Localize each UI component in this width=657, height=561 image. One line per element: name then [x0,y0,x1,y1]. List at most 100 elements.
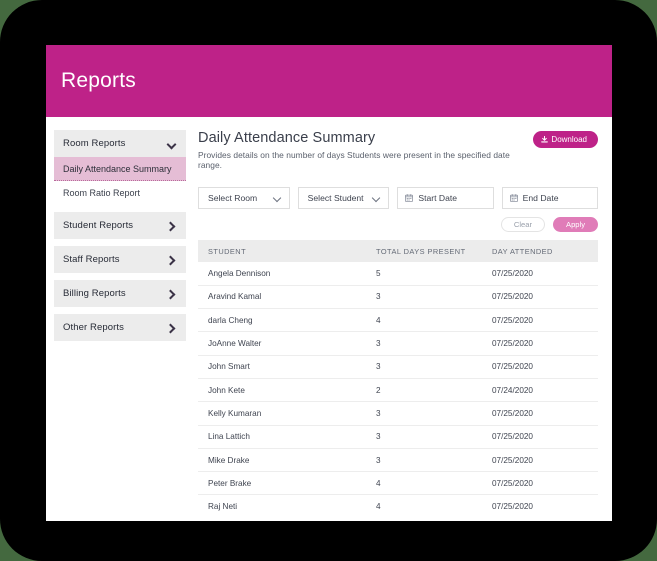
sidebar-group-staff-reports: Staff Reports [54,246,186,273]
student-name-cell: Kelly Kumaran [198,401,366,426]
day-attended-cell: 07/24/2020 [482,378,598,403]
chevron-down-icon [273,194,282,203]
total-days-present-cell: 3 [366,355,482,379]
table-row[interactable]: Kelly Kumaran 3 07/25/2020 [198,401,598,426]
app-body: Room Reports Daily Attendance Summary Ro… [46,117,612,521]
student-name-cell: Raj Neti [208,502,238,512]
total-days-present-cell: 4 [376,502,381,512]
main-content: Daily Attendance Summary Provides detail… [198,130,602,518]
start-date-input[interactable]: Start Date [397,187,494,209]
day-attended-cell: 07/25/2020 [482,471,598,496]
day-attended-cell: 07/25/2020 [482,425,598,449]
table-row[interactable]: Lina Lattich 3 07/25/2020 [198,425,598,449]
student-name-cell: Lina Lattich [198,425,366,449]
filter-row: Select Room Select Student Start Date En… [198,187,598,209]
total-days-present-cell: 3 [366,285,482,310]
sidebar-group-header-room-reports[interactable]: Room Reports [54,130,186,157]
chevron-right-icon [167,255,177,265]
day-attended-cell: 07/25/2020 [492,502,533,512]
download-button-label: Download [551,135,587,144]
sidebar-group-student-reports: Student Reports [54,212,186,239]
report-title: Daily Attendance Summary [198,130,376,146]
chevron-right-icon [167,221,177,231]
column-header-day-attended: DAY ATTENDED [482,240,598,262]
total-days-present-cell: 4 [366,471,482,496]
total-days-present-cell: 3 [366,425,482,449]
filter-action-row: Clear Apply [198,217,598,232]
sidebar-group-billing-reports: Billing Reports [54,280,186,307]
table-row[interactable]: John Smart 3 07/25/2020 [198,355,598,379]
student-name-cell: John Smart [198,355,366,379]
sidebar-item-daily-attendance-summary[interactable]: Daily Attendance Summary [54,157,186,181]
select-room-value: Select Room [208,193,258,203]
column-header-student: STUDENT [198,240,366,262]
total-days-present-cell: 5 [366,262,482,286]
day-attended-cell: 07/25/2020 [482,355,598,379]
sidebar-group-header-billing-reports[interactable]: Billing Reports [54,280,186,307]
total-days-present-cell: 2 [366,378,482,403]
sidebar-group-room-reports: Room Reports Daily Attendance Summary Ro… [54,130,186,205]
report-heading-block: Daily Attendance Summary Provides detail… [198,130,533,170]
download-button[interactable]: Download [533,131,598,148]
sidebar-group-header-staff-reports[interactable]: Staff Reports [54,246,186,273]
table-row[interactable]: JoAnne Walter 3 07/25/2020 [198,331,598,356]
student-name-cell: John Kete [198,378,366,403]
start-date-value: Start Date [418,193,458,203]
page-header: Reports [46,45,612,117]
report-subtitle: Provides details on the number of days S… [198,150,510,170]
student-name-cell: JoAnne Walter [198,331,366,356]
sidebar-group-header-other-reports[interactable]: Other Reports [54,314,186,341]
chevron-down-icon [167,139,177,149]
application-window: Reports Room Reports Daily Attendance Su… [46,45,612,521]
select-student-dropdown[interactable]: Select Student [297,187,390,209]
sidebar-group-header-student-reports[interactable]: Student Reports [54,212,186,239]
table-row[interactable]: Aravind Kamal 3 07/25/2020 [198,285,598,310]
sidebar-group-other-reports: Other Reports [54,314,186,341]
table-row[interactable]: Mike Drake 3 07/25/2020 [198,448,598,473]
total-days-present-cell: 3 [366,448,482,473]
calendar-icon [509,194,518,202]
total-days-present-cell: 3 [366,401,482,426]
student-name-cell: darla Cheng [198,308,366,333]
table-row[interactable]: Angela Dennison 5 07/25/2020 [198,262,598,286]
sidebar-group-label: Billing Reports [63,288,126,299]
student-name-cell: Aravind Kamal [198,285,366,310]
page-title: Reports [61,69,136,92]
day-attended-cell: 07/25/2020 [482,285,598,310]
table-header-row: STUDENT TOTAL DAYS PRESENT DAY ATTENDED [198,240,598,262]
day-attended-cell: 07/25/2020 [482,331,598,356]
sidebar-item-label: Room Ratio Report [63,187,141,198]
sidebar-item-room-ratio-report[interactable]: Room Ratio Report [54,181,186,205]
day-attended-cell: 07/25/2020 [482,262,598,286]
column-header-total-days-present: TOTAL DAYS PRESENT [366,240,482,262]
table-row[interactable]: John Kete 2 07/24/2020 [198,378,598,403]
calendar-icon [405,194,414,202]
apply-button[interactable]: Apply [553,217,598,232]
clear-button[interactable]: Clear [500,217,545,232]
sidebar-item-label: Daily Attendance Summary [63,163,172,174]
student-name-cell: Angela Dennison [198,262,366,286]
report-header: Daily Attendance Summary Provides detail… [198,130,598,170]
student-name-cell: Mike Drake [198,448,366,473]
total-days-present-cell: 4 [366,308,482,333]
chevron-right-icon [167,289,177,299]
table-row[interactable]: Peter Brake 4 07/25/2020 [198,471,598,496]
select-student-value: Select Student [307,193,364,203]
table-header: STUDENT TOTAL DAYS PRESENT DAY ATTENDED [198,240,598,262]
student-name-cell: Peter Brake [198,471,366,496]
end-date-value: End Date [522,193,559,203]
table-row[interactable]: darla Cheng 4 07/25/2020 [198,308,598,333]
table-body: Angela Dennison 5 07/25/2020 Aravind Kamal 3… [198,262,598,518]
sidebar-children-room-reports: Daily Attendance Summary Room Ratio Repo… [54,157,186,205]
end-date-input[interactable]: End Date [501,187,598,209]
sidebar-group-label: Room Reports [63,138,126,149]
table-row[interactable]: Raj Neti 4 07/25/2020 [198,495,598,518]
sidebar-group-label: Staff Reports [63,254,120,265]
chevron-down-icon [372,194,381,203]
sidebar-group-label: Student Reports [63,220,134,231]
total-days-present-cell: 3 [366,331,482,356]
chevron-right-icon [167,323,177,333]
select-room-dropdown[interactable]: Select Room [198,187,290,209]
download-icon [541,136,549,143]
day-attended-cell: 07/25/2020 [482,448,598,473]
